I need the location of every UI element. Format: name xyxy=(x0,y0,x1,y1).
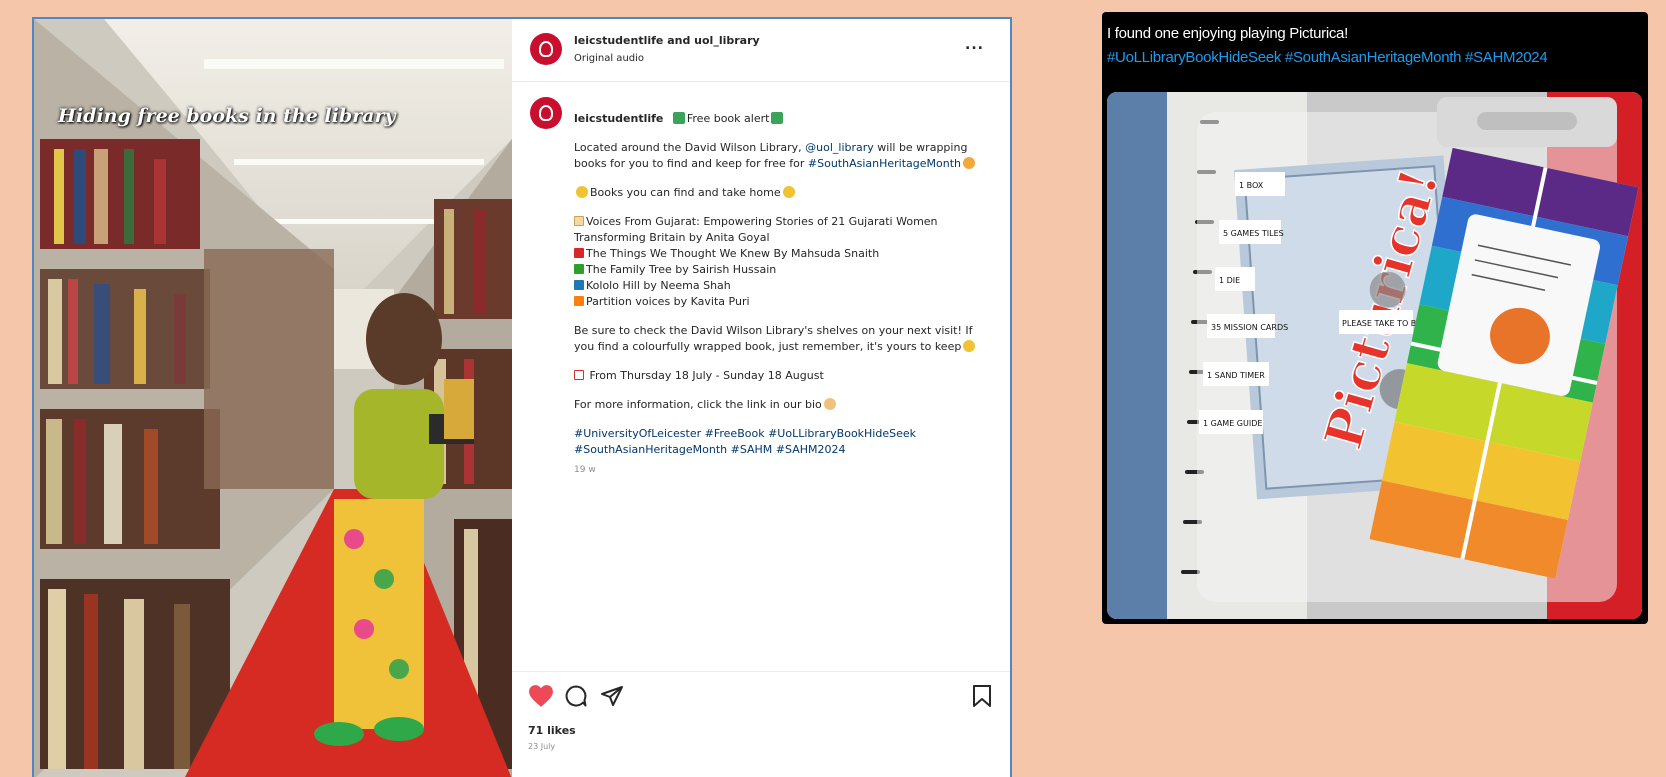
gift-emoji-icon xyxy=(963,157,976,169)
caption-username[interactable]: leicstudentlife xyxy=(574,112,663,125)
video-caption-overlay: Hiding free books in the library xyxy=(58,105,396,127)
tweet-card: I found one enjoying playing Picturica! … xyxy=(1102,12,1648,624)
tweet-body: I found one enjoying playing Picturica! xyxy=(1107,25,1348,42)
instagram-post: Hiding free books in the library leicstu… xyxy=(32,17,1012,777)
book-item: The Things We Thought We Knew By Mahsuda… xyxy=(574,246,990,262)
caption-intro: Located around the David Wilson Library,… xyxy=(574,140,990,172)
tweet-text: I found one enjoying playing Picturica! … xyxy=(1107,22,1640,70)
caption-reminder: Be sure to check the David Wilson Librar… xyxy=(574,323,990,355)
bookmark-icon[interactable] xyxy=(972,684,992,708)
post-date: 23 July xyxy=(528,742,556,751)
calendar-emoji-icon xyxy=(574,370,584,380)
heart-icon[interactable] xyxy=(528,684,554,708)
caption-hashtags: #UniversityOfLeicester #FreeBook #UoLLib… xyxy=(574,426,990,458)
sparkle-emoji-icon xyxy=(576,186,588,198)
tweet-photo[interactable]: Picturica! 1 BOX 5 GAMES TILES 1 DIE 35 … xyxy=(1107,92,1642,619)
book-color-icon xyxy=(574,280,584,290)
post-header: leicstudentlife and uol_library Original… xyxy=(512,19,1010,82)
pointing-hand-emoji-icon xyxy=(823,398,836,410)
svg-text:1 GAME GUIDE: 1 GAME GUIDE xyxy=(1203,419,1262,428)
post-age: 19 w xyxy=(574,465,596,475)
book-color-icon xyxy=(574,248,584,258)
book-item: Kololo Hill by Neema Shah xyxy=(574,278,990,294)
book-item: Partition voices by Kavita Puri xyxy=(574,294,990,310)
audio-label[interactable]: Original audio xyxy=(574,53,644,64)
book-color-icon xyxy=(574,296,584,306)
book-color-icon xyxy=(574,264,584,274)
smile-emoji-icon xyxy=(963,340,976,352)
hashtag-link[interactable]: #SouthAsianHeritageMonth #SAHM #SAHM2024 xyxy=(574,442,990,458)
hashtag-link[interactable]: #SouthAsianHeritageMonth xyxy=(808,157,961,170)
tweet-hashtags[interactable]: #UoLLibraryBookHideSeek #SouthAsianHerit… xyxy=(1107,46,1640,70)
caption-avatar[interactable] xyxy=(530,97,562,129)
svg-text:1 DIE: 1 DIE xyxy=(1219,276,1240,285)
svg-text:1 SAND TIMER: 1 SAND TIMER xyxy=(1207,371,1265,380)
library-aisle-image xyxy=(34,19,512,777)
svg-text:5 GAMES TILES: 5 GAMES TILES xyxy=(1223,229,1284,238)
picturica-game-photo: Picturica! 1 BOX 5 GAMES TILES 1 DIE 35 … xyxy=(1107,92,1642,619)
book-color-icon xyxy=(574,216,584,226)
more-options-icon[interactable]: ... xyxy=(965,37,984,53)
hashtag-link[interactable]: #UniversityOfLeicester #FreeBook #UoLLib… xyxy=(574,426,990,442)
account-avatar[interactable] xyxy=(530,33,562,65)
book-emoji-icon xyxy=(672,112,685,124)
svg-text:1 BOX: 1 BOX xyxy=(1239,181,1264,190)
likes-count[interactable]: 71 likes xyxy=(528,724,576,737)
svg-text:35 MISSION CARDS: 35 MISSION CARDS xyxy=(1211,323,1288,332)
header-usernames[interactable]: leicstudentlife and uol_library xyxy=(574,34,760,47)
caption-more-info: For more information, click the link in … xyxy=(574,397,990,413)
caption-headline: Free book alert xyxy=(686,112,770,125)
post-actions: 71 likes 23 July xyxy=(512,671,1010,777)
books-heading: Books you can find and take home xyxy=(574,185,990,201)
post-sidebar: leicstudentlife and uol_library Original… xyxy=(512,19,1010,777)
share-icon[interactable] xyxy=(600,684,624,708)
comment-icon[interactable] xyxy=(564,684,588,708)
sparkle-emoji-icon xyxy=(782,186,795,198)
mention-link[interactable]: @uol_library xyxy=(805,141,874,154)
post-caption: leicstudentlife Free book alert Located … xyxy=(574,111,990,478)
book-list: Voices From Gujarat: Empowering Stories … xyxy=(574,214,990,310)
book-item: Voices From Gujarat: Empowering Stories … xyxy=(574,215,938,244)
svg-text:PLEASE TAKE TO BE: PLEASE TAKE TO BE xyxy=(1342,319,1421,328)
book-item: The Family Tree by Sairish Hussain xyxy=(574,262,990,278)
book-emoji-icon xyxy=(771,112,784,124)
post-video[interactable]: Hiding free books in the library xyxy=(34,19,512,777)
caption-dates: From Thursday 18 July - Sunday 18 August xyxy=(574,368,990,384)
